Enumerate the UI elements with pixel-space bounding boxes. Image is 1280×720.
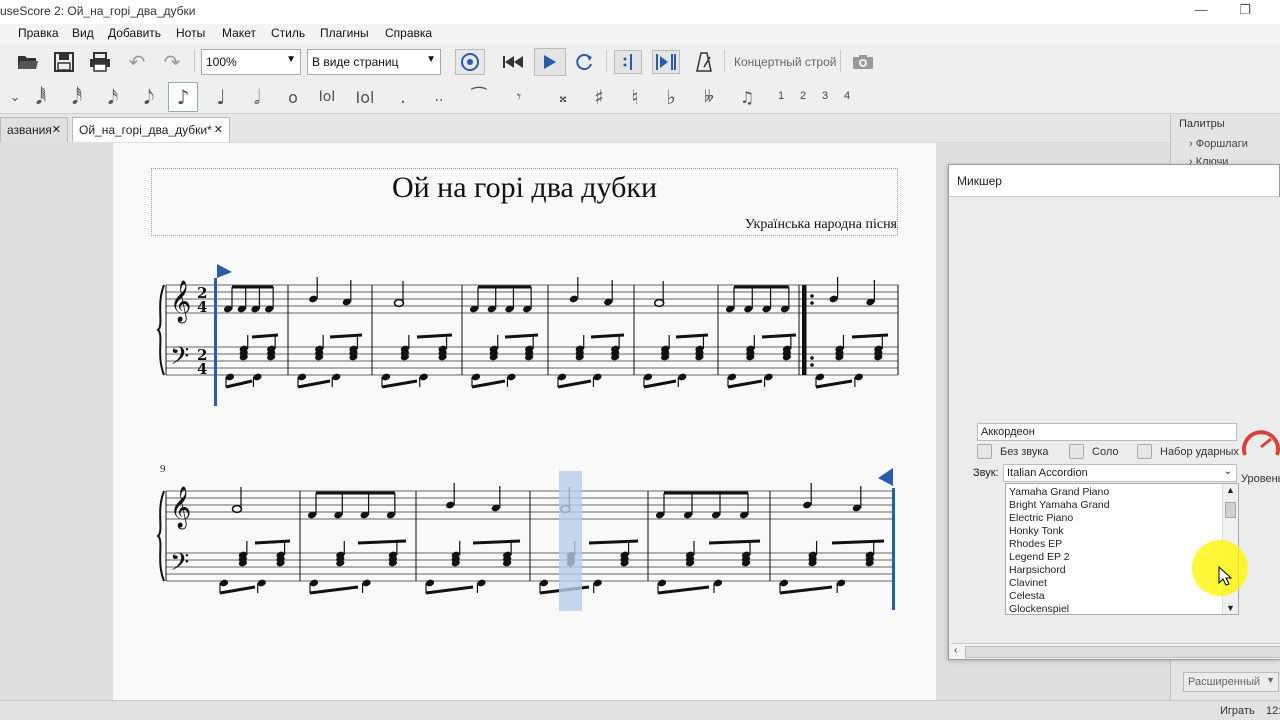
beam [357,539,407,545]
mixer-horizontal-scrollbar[interactable]: ‹ [951,643,1280,659]
sound-select[interactable]: Italian Accordion ⌄ [1003,464,1237,482]
maximize-button[interactable]: ❐ [1230,2,1260,22]
beam [381,379,418,389]
beam [297,379,331,389]
palette-mode-value: Расширенный [1188,676,1260,688]
beam [472,539,521,545]
list-item[interactable]: Harpsichord [1009,564,1066,576]
mouse-pointer-icon [1218,566,1232,586]
list-item[interactable]: Yamaha Grand Piano [1009,486,1109,498]
scroll-up-icon[interactable]: ▲ [1226,485,1235,495]
sound-value: Italian Accordion [1007,467,1088,479]
checkbox-box [1069,444,1084,459]
scroll-left-icon[interactable]: ‹ [954,645,957,656]
beam [831,539,885,545]
list-item[interactable]: Rhodes EP [1009,538,1062,550]
list-item[interactable]: Bright Yamaha Grand [1009,499,1110,511]
score-notation[interactable]: 𝄞𝄢2424𝄞𝄢 [0,0,940,700]
half-notehead [231,504,243,514]
beam [329,333,363,339]
status-play-mode: Играть [1220,705,1255,717]
time-signature: 4 [197,360,207,378]
repeat-dot [810,356,814,360]
bass-clef: 𝄢 [170,342,189,377]
drumset-checkbox[interactable]: Набор ударных [1137,444,1239,459]
beam [425,585,474,595]
list-item[interactable]: Celesta [1009,590,1045,602]
beam [504,333,539,339]
beam [815,379,853,389]
bass-clef: 𝄢 [170,548,189,583]
beam [643,379,677,389]
scroll-thumb[interactable] [965,646,1280,658]
beam [309,585,359,595]
list-item[interactable]: Electric Piano [1009,512,1073,524]
list-item[interactable]: Clavinet [1009,577,1047,589]
playback-start-marker [214,278,217,406]
treble-clef: 𝄞 [170,280,191,323]
checkbox-box [1137,444,1152,459]
beam [657,585,710,595]
sound-label: Звук: [973,467,999,479]
treble-clef: 𝄞 [170,486,191,529]
solo-checkbox[interactable]: Соло [1069,444,1118,459]
chevron-right-icon: › [1189,138,1193,150]
repeat-dot [810,363,814,367]
beam [471,379,506,389]
beam [416,333,453,339]
beam [727,379,763,389]
palette-header: Палитры [1179,118,1225,130]
repeat-dot [810,301,814,305]
solo-label: Соло [1092,445,1119,458]
mute-checkbox[interactable]: Без звука [977,444,1049,459]
chevron-down-icon: ⌄ [1223,466,1232,477]
level-knob-icon[interactable] [1239,425,1280,465]
beam [557,379,592,389]
beam [675,333,709,339]
mixer-title: Микшер [949,165,1279,197]
beam [851,333,889,339]
beam [219,585,256,595]
checkbox-box [977,444,992,459]
repeat-dot [810,294,814,298]
beam [590,333,625,339]
minimize-button[interactable]: — [1186,2,1216,22]
drumset-label: Набор ударных [1160,445,1239,458]
brace [156,284,165,376]
scroll-down-icon[interactable]: ▼ [1226,603,1235,613]
playback-end-marker [892,488,895,610]
chevron-down-icon: ▼ [1266,675,1275,685]
list-item[interactable]: Legend EP 2 [1009,551,1070,563]
mute-label: Без звука [1000,445,1049,458]
repeat-barline [802,285,806,375]
playback-end-flag [878,468,893,486]
beam [225,379,253,389]
level-label: Уровень [1241,473,1280,485]
half-notehead [653,298,665,308]
list-item[interactable]: Glockenspiel [1009,603,1069,615]
beam [779,585,833,595]
beam [761,333,797,339]
list-item[interactable]: Honky Tonk [1009,525,1064,537]
beam [251,333,279,339]
instrument-name-field[interactable]: Аккордеон [977,423,1237,441]
playback-start-flag [217,264,232,278]
palette-mode-select[interactable]: Расширенный ▼ [1183,672,1279,692]
status-bar: Играть 12: [0,700,1280,720]
half-notehead [393,298,405,308]
scroll-thumb[interactable] [1225,502,1236,518]
beam [254,539,291,545]
palette-item-label: Форшлаги [1195,138,1248,150]
selection-highlight [559,471,582,611]
status-time: 12: [1266,705,1280,717]
palette-item-grace-notes[interactable]: › Форшлаги [1189,138,1248,150]
time-signature: 4 [197,298,207,316]
beam [708,539,761,545]
beam [588,539,639,545]
brace [156,490,165,582]
